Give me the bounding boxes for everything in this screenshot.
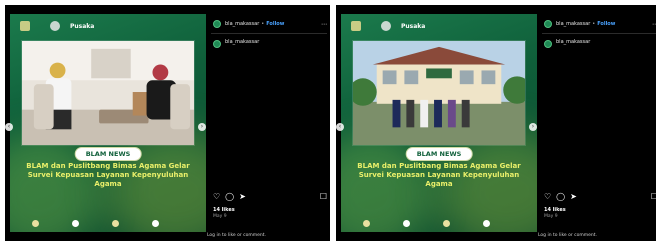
avatar[interactable]	[544, 40, 552, 48]
comment-icon[interactable]: ◯	[556, 193, 565, 201]
heart-icon[interactable]: ♡	[213, 193, 220, 201]
post-header: bla_makassar • Follow ⋯	[544, 19, 656, 29]
chevron-right-icon[interactable]: ›	[529, 123, 537, 131]
blam-news-badge: BLAM NEWS	[405, 147, 473, 161]
chevron-left-icon[interactable]: ‹	[336, 123, 344, 131]
post-photo-group	[352, 40, 526, 146]
action-bar: ♡ ◯ ➤ ☐	[213, 192, 327, 202]
action-bar: ♡ ◯ ➤ ☐	[544, 192, 656, 202]
social-logo-icon	[32, 220, 39, 227]
social-logo-icon	[483, 220, 490, 227]
post-sidebar: bla_makassar • Follow ⋯ bla_makassar ♡ ◯…	[538, 14, 656, 238]
post-logo-row: Pusaka	[20, 21, 94, 31]
follow-button[interactable]: Follow	[597, 21, 615, 27]
post-footer-logos	[32, 216, 192, 230]
login-prompt[interactable]: Log in to like or comment.	[207, 233, 266, 238]
post-date: May 9	[213, 214, 227, 219]
post-image[interactable]: Pusaka BLAM NEWS BLAM dan Puslitbang Bim…	[341, 14, 537, 232]
chevron-left-icon[interactable]: ‹	[5, 123, 13, 131]
post-sidebar: bla_makassar • Follow ⋯ bla_makassar ♡ ◯…	[207, 14, 327, 238]
post-logo-brand: Pusaka	[401, 22, 426, 30]
blam-news-badge: BLAM NEWS	[74, 147, 142, 161]
caption-username[interactable]: bla_makassar	[556, 39, 590, 48]
pusaka-logo-icon	[50, 21, 60, 31]
social-logo-icon	[363, 220, 370, 227]
caption-header: bla_makassar	[213, 39, 325, 48]
username[interactable]: bla_makassar	[556, 21, 590, 27]
header-divider	[542, 33, 656, 34]
avatar[interactable]	[213, 20, 221, 28]
post-header: bla_makassar • Follow ⋯	[213, 19, 327, 29]
social-logo-icon	[152, 220, 159, 227]
bookmark-icon[interactable]: ☐	[651, 193, 656, 201]
post-subheadline	[357, 183, 521, 201]
post-logo-row: Pusaka	[351, 21, 425, 31]
social-logo-icon	[403, 220, 410, 227]
social-logo-icon	[72, 220, 79, 227]
separator-dot: •	[261, 21, 265, 27]
username[interactable]: bla_makassar	[225, 21, 259, 27]
social-logo-icon	[112, 220, 119, 227]
send-icon[interactable]: ➤	[239, 193, 246, 201]
group-photo	[353, 41, 525, 145]
follow-button[interactable]: Follow	[266, 21, 284, 27]
post-photo-meeting	[21, 40, 195, 146]
ministry-emblem-icon	[20, 21, 30, 31]
likes-count[interactable]: 14 likes	[213, 207, 235, 213]
instagram-post-panel-1: Pusaka BLAM NEWS BLAM dan Puslitbang Bim…	[5, 5, 330, 241]
send-icon[interactable]: ➤	[570, 193, 577, 201]
comment-icon[interactable]: ◯	[225, 193, 234, 201]
more-horizontal-icon[interactable]: ⋯	[652, 21, 656, 28]
more-horizontal-icon[interactable]: ⋯	[321, 21, 327, 28]
avatar[interactable]	[544, 20, 552, 28]
post-footer-logos	[363, 216, 523, 230]
post-date: May 9	[544, 214, 558, 219]
caption-username[interactable]: bla_makassar	[225, 39, 259, 48]
pusaka-logo-icon	[381, 21, 391, 31]
bookmark-icon[interactable]: ☐	[320, 193, 327, 201]
separator-dot: •	[592, 21, 596, 27]
meeting-photo	[22, 41, 194, 145]
likes-count[interactable]: 14 likes	[544, 207, 566, 213]
social-logo-icon	[443, 220, 450, 227]
instagram-post-panel-2: Pusaka BLAM NEWS BLAM dan Puslitbang Bim…	[336, 5, 656, 241]
ministry-emblem-icon	[351, 21, 361, 31]
avatar[interactable]	[213, 40, 221, 48]
header-divider	[211, 33, 327, 34]
caption-header: bla_makassar	[544, 39, 656, 48]
chevron-right-icon[interactable]: ›	[198, 123, 206, 131]
post-subheadline	[26, 183, 190, 201]
heart-icon[interactable]: ♡	[544, 193, 551, 201]
login-prompt[interactable]: Log in to like or comment.	[538, 233, 597, 238]
post-image[interactable]: Pusaka BLAM NEWS BLAM dan Puslitbang Bim…	[10, 14, 206, 232]
post-logo-brand: Pusaka	[70, 22, 95, 30]
